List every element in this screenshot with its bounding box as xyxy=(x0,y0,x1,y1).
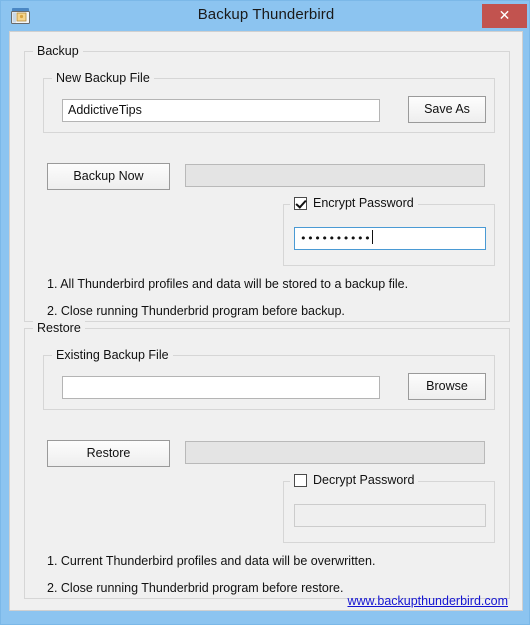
encrypt-password-checkbox-row[interactable]: Encrypt Password xyxy=(290,196,418,210)
decrypt-password-input[interactable] xyxy=(294,504,486,527)
new-backup-file-label: New Backup File xyxy=(52,71,154,85)
restore-button[interactable]: Restore xyxy=(47,440,170,467)
decrypt-password-checkbox-row[interactable]: Decrypt Password xyxy=(290,473,419,487)
close-button[interactable]: ✕ xyxy=(482,4,527,28)
encrypt-password-input[interactable]: •••••••••• xyxy=(294,227,486,250)
existing-backup-file-label: Existing Backup File xyxy=(52,348,173,362)
browse-button[interactable]: Browse xyxy=(408,373,486,400)
decrypt-password-group: Decrypt Password xyxy=(283,473,495,543)
app-window: Backup Thunderbird ✕ Backup New Backup F… xyxy=(0,0,530,625)
client-area: Backup New Backup File AddictiveTips Sav… xyxy=(9,31,523,611)
encrypt-password-checkbox[interactable] xyxy=(294,196,307,210)
backup-note-1: 1. All Thunderbird profiles and data wil… xyxy=(47,277,409,291)
restore-group: Restore Existing Backup File Browse Rest… xyxy=(24,321,510,599)
backup-now-button[interactable]: Backup Now xyxy=(47,163,170,190)
encrypt-password-group: Encrypt Password •••••••••• xyxy=(283,196,495,266)
encrypt-password-label: Encrypt Password xyxy=(313,196,414,210)
save-as-button[interactable]: Save As xyxy=(408,96,486,123)
title-bar: Backup Thunderbird ✕ xyxy=(1,1,530,31)
existing-backup-file-input[interactable] xyxy=(62,376,380,399)
website-link[interactable]: www.backupthunderbird.com xyxy=(348,594,509,608)
restore-note-2: 2. Close running Thunderbrid program bef… xyxy=(47,581,344,595)
backup-group-label: Backup xyxy=(33,44,83,58)
restore-group-label: Restore xyxy=(33,321,85,335)
restore-note-1: 1. Current Thunderbird profiles and data… xyxy=(47,554,376,568)
decrypt-password-checkbox[interactable] xyxy=(294,473,307,487)
new-backup-file-input[interactable]: AddictiveTips xyxy=(62,99,380,122)
window-title: Backup Thunderbird xyxy=(197,6,335,23)
backup-progress-bar xyxy=(185,164,485,187)
restore-progress-bar xyxy=(185,441,485,464)
text-caret xyxy=(372,230,374,244)
encrypt-password-value: •••••••••• xyxy=(300,232,372,245)
backup-note-2: 2. Close running Thunderbrid program bef… xyxy=(47,304,345,318)
backup-group: Backup New Backup File AddictiveTips Sav… xyxy=(24,44,510,322)
decrypt-password-label: Decrypt Password xyxy=(313,473,415,487)
